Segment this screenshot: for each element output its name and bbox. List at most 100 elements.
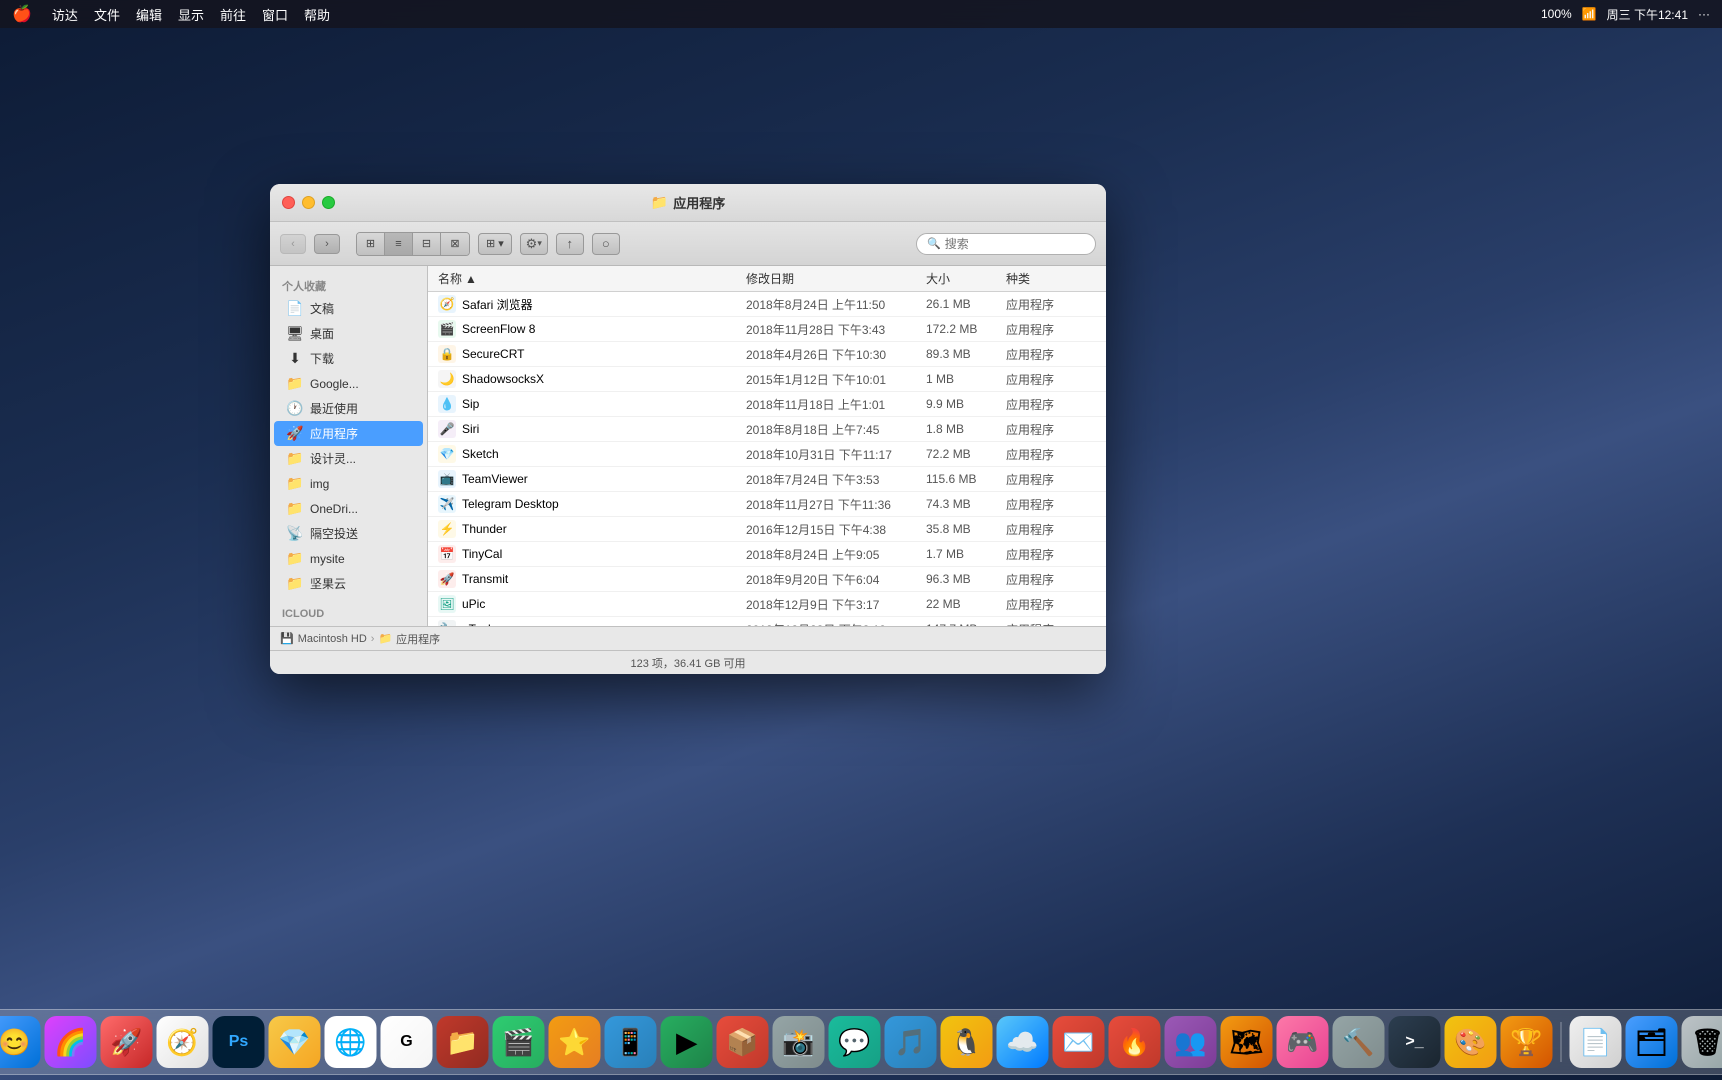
dock-item-yellow1[interactable]: 🎨 xyxy=(1445,1016,1497,1068)
list-item[interactable]: 🖼 uPic 2018年12月9日 下午3:17 22 MB 应用程序 xyxy=(428,592,1106,617)
dock-item-email[interactable]: ✉️ xyxy=(1053,1016,1105,1068)
file-kind: 应用程序 xyxy=(1006,446,1096,463)
list-item[interactable]: 📺 TeamViewer 2018年7月24日 下午3:53 115.6 MB … xyxy=(428,467,1106,492)
file-modified: 2016年12月15日 下午4:38 xyxy=(746,521,926,538)
sidebar-item-docs[interactable]: 📄 文稿 xyxy=(274,296,423,321)
sidebar-item-desktop[interactable]: 🖥 桌面 xyxy=(274,321,423,346)
menu-window[interactable]: 窗口 xyxy=(262,5,288,24)
design-icon: 📁 xyxy=(286,450,304,467)
dock-item-siri[interactable]: 🌈 xyxy=(45,1016,97,1068)
dock-item-orange1[interactable]: 🗺 xyxy=(1221,1016,1273,1068)
file-kind: 应用程序 xyxy=(1006,496,1096,513)
list-item[interactable]: 🚀 Transmit 2018年9月20日 下午6:04 96.3 MB 应用程… xyxy=(428,567,1106,592)
action-button[interactable]: ⚙ ▾ xyxy=(520,233,548,255)
menu-finder[interactable]: 访达 xyxy=(52,5,78,24)
sidebar-item-downloads[interactable]: ⬇ 下载 xyxy=(274,346,423,371)
dock-item-finder[interactable]: 😊 xyxy=(0,1016,41,1068)
dock-item-ps[interactable]: Ps xyxy=(213,1016,265,1068)
list-item[interactable]: 🎤 Siri 2018年8月18日 上午7:45 1.8 MB 应用程序 xyxy=(428,417,1106,442)
dock-item-finder2[interactable]: 🗂 xyxy=(1626,1016,1678,1068)
dock-item-pink1[interactable]: 🎮 xyxy=(1277,1016,1329,1068)
sidebar-item-airdrop[interactable]: 📡 隔空投送 xyxy=(274,521,423,546)
dock-item-green1[interactable]: ▶ xyxy=(661,1016,713,1068)
menu-edit[interactable]: 编辑 xyxy=(136,5,162,24)
list-item[interactable]: 🎬 ScreenFlow 8 2018年11月28日 下午3:43 172.2 … xyxy=(428,317,1106,342)
sidebar-item-recents[interactable]: 🕐 最近使用 xyxy=(274,396,423,421)
col-size[interactable]: 大小 xyxy=(926,270,1006,287)
list-item[interactable]: 💧 Sip 2018年11月18日 上午1:01 9.9 MB 应用程序 xyxy=(428,392,1106,417)
menu-go[interactable]: 前往 xyxy=(220,5,246,24)
dock-item-launchpad[interactable]: 🚀 xyxy=(101,1016,153,1068)
sidebar-item-mysite[interactable]: 📁 mysite xyxy=(274,546,423,571)
view-icon-button[interactable]: ⊞ xyxy=(357,233,385,255)
dock-item-blue1[interactable]: 📱 xyxy=(605,1016,657,1068)
file-kind: 应用程序 xyxy=(1006,521,1096,538)
path-folder-label[interactable]: 应用程序 xyxy=(396,631,440,647)
dock-item-starred[interactable]: ⭐ xyxy=(549,1016,601,1068)
file-size: 9.9 MB xyxy=(926,397,1006,411)
dock-item-dark1[interactable]: >_ xyxy=(1389,1016,1441,1068)
view-cover-button[interactable]: ⊠ xyxy=(441,233,469,255)
search-input[interactable] xyxy=(945,237,1085,251)
list-item[interactable]: 🔧 uTools 2018年12月23日 下午3:19 147.7 MB 应用程… xyxy=(428,617,1106,626)
arrange-button[interactable]: ⊞ ▾ xyxy=(478,233,512,255)
list-item[interactable]: 📅 TinyCal 2018年8月24日 上午9:05 1.7 MB 应用程序 xyxy=(428,542,1106,567)
dock-item-teal1[interactable]: 💬 xyxy=(829,1016,881,1068)
list-item[interactable]: 💎 Sketch 2018年10月31日 下午11:17 72.2 MB 应用程… xyxy=(428,442,1106,467)
more-indicators: ··· xyxy=(1698,7,1710,21)
close-button[interactable] xyxy=(282,196,295,209)
dock-item-icloud[interactable]: ☁️ xyxy=(997,1016,1049,1068)
menu-help[interactable]: 帮助 xyxy=(304,5,330,24)
dock-item-blue2[interactable]: 🎵 xyxy=(885,1016,937,1068)
dock-item-chrome[interactable]: 🌐 xyxy=(325,1016,377,1068)
view-list-button[interactable]: ≡ xyxy=(385,233,413,255)
col-modified[interactable]: 修改日期 xyxy=(746,270,926,287)
datetime: 周三 下午12:41 xyxy=(1607,6,1688,23)
dock-item-red1[interactable]: 📦 xyxy=(717,1016,769,1068)
back-button[interactable]: ‹ xyxy=(280,234,306,254)
dock-item-filezilla[interactable]: 📁 xyxy=(437,1016,489,1068)
search-box[interactable]: 🔍 xyxy=(916,233,1096,255)
list-item[interactable]: 🔒 SecureCRT 2018年4月26日 下午10:30 89.3 MB 应… xyxy=(428,342,1106,367)
view-column-button[interactable]: ⊟ xyxy=(413,233,441,255)
forward-button[interactable]: › xyxy=(314,234,340,254)
dock-item-orange2[interactable]: 🏆 xyxy=(1501,1016,1553,1068)
dock-item-red2[interactable]: 🔥 xyxy=(1109,1016,1161,1068)
sidebar-item-onedrive[interactable]: 📁 OneDri... xyxy=(274,496,423,521)
dock-item-gray2[interactable]: 🔨 xyxy=(1333,1016,1385,1068)
tag-button[interactable]: ○ xyxy=(592,233,620,255)
dock-item-gray1[interactable]: 📸 xyxy=(773,1016,825,1068)
sidebar-item-img[interactable]: 📁 img xyxy=(274,471,423,496)
dock-item-screenflow[interactable]: 🎬 xyxy=(493,1016,545,1068)
menu-view[interactable]: 显示 xyxy=(178,5,204,24)
col-name[interactable]: 名称 ▲ xyxy=(438,270,746,287)
apple-menu[interactable]: 🍎 xyxy=(12,4,32,24)
file-name: Sketch xyxy=(462,447,499,461)
dock-item-sketch[interactable]: 💎 xyxy=(269,1016,321,1068)
file-modified: 2018年8月24日 上午11:50 xyxy=(746,296,926,313)
minimize-button[interactable] xyxy=(302,196,315,209)
sidebar-item-applications[interactable]: 🚀 应用程序 xyxy=(274,421,423,446)
dock-item-trash[interactable]: 🗑 xyxy=(1682,1016,1722,1068)
sidebar-item-jgcloud[interactable]: 📁 坚果云 xyxy=(274,571,423,596)
maximize-button[interactable] xyxy=(322,196,335,209)
file-modified: 2018年11月27日 下午11:36 xyxy=(746,496,926,513)
dock-item-purple1[interactable]: 👥 xyxy=(1165,1016,1217,1068)
share-button[interactable]: ↑ xyxy=(556,233,584,255)
file-name: Sip xyxy=(462,397,479,411)
sidebar-item-google[interactable]: 📁 Google... xyxy=(274,371,423,396)
list-item[interactable]: 🧭 Safari 浏览器 2018年8月24日 上午11:50 26.1 MB … xyxy=(428,292,1106,317)
list-item[interactable]: ✈️ Telegram Desktop 2018年11月27日 下午11:36 … xyxy=(428,492,1106,517)
menu-file[interactable]: 文件 xyxy=(94,5,120,24)
gear-icon: ⚙ xyxy=(526,236,538,252)
dock-item-safari[interactable]: 🧭 xyxy=(157,1016,209,1068)
list-item[interactable]: 🌙 ShadowsocksX 2015年1月12日 下午10:01 1 MB 应… xyxy=(428,367,1106,392)
list-item[interactable]: ⚡ Thunder 2016年12月15日 下午4:38 35.8 MB 应用程… xyxy=(428,517,1106,542)
col-kind[interactable]: 种类 xyxy=(1006,270,1096,287)
dock-item-files[interactable]: 📄 xyxy=(1570,1016,1622,1068)
dock-item-qq[interactable]: 🐧 xyxy=(941,1016,993,1068)
sidebar-item-design[interactable]: 📁 设计灵... xyxy=(274,446,423,471)
file-kind: 应用程序 xyxy=(1006,296,1096,313)
dock-item-google[interactable]: G xyxy=(381,1016,433,1068)
path-hdd-label[interactable]: Macintosh HD xyxy=(298,633,367,645)
